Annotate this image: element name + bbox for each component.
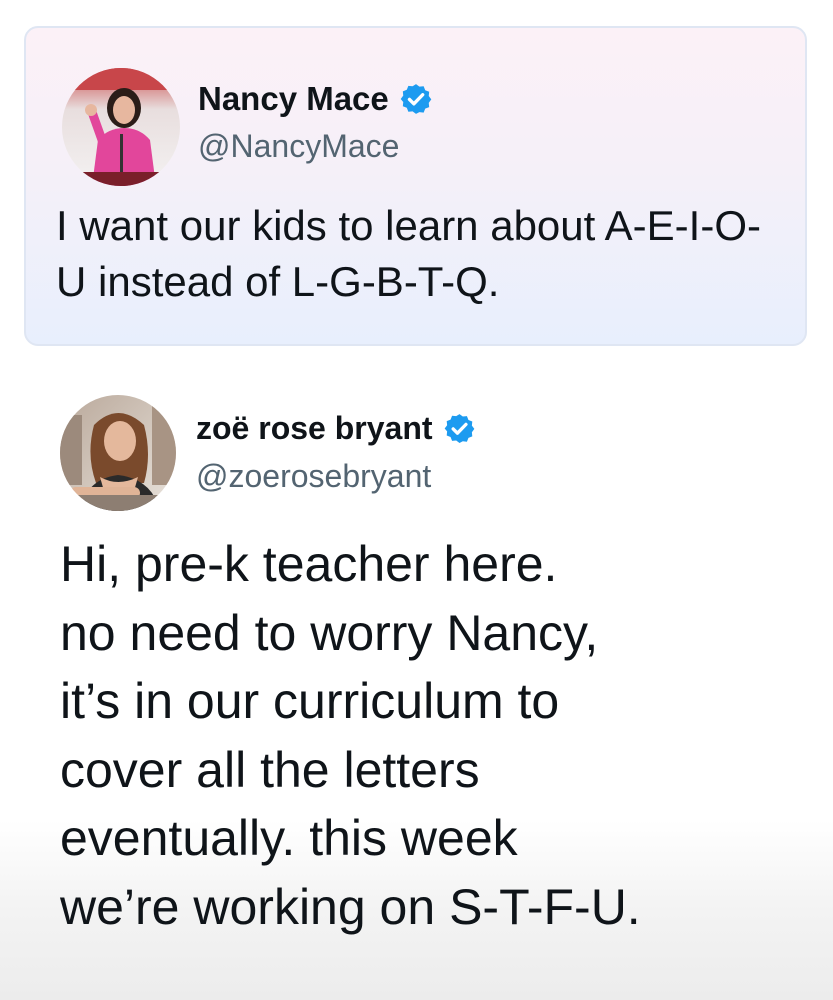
verified-badge-icon <box>443 412 476 445</box>
reply-text-line: we’re working on S-T-F-U. <box>60 878 641 935</box>
reply-text-line: cover all the letters <box>60 741 480 798</box>
quoted-tweet-card[interactable]: Nancy Mace @NancyMace I want our kids to… <box>24 26 807 346</box>
reply-tweet-text: Hi, pre-k teacher here. no need to worry… <box>60 530 820 941</box>
quoted-tweet-avatar[interactable] <box>62 68 180 186</box>
reply-tweet-avatar[interactable] <box>60 395 176 511</box>
reply-text-line: it’s in our curriculum to <box>60 673 560 729</box>
reply-text-line: Hi, pre-k teacher here. <box>60 536 558 592</box>
reply-tweet-display-name[interactable]: zoë rose bryant <box>196 410 433 447</box>
reply-text-line: no need to worry Nancy, <box>60 604 599 661</box>
quoted-tweet-name-row: Nancy Mace <box>198 80 433 118</box>
quoted-tweet-display-name[interactable]: Nancy Mace <box>198 80 389 118</box>
quoted-tweet-text: I want our kids to learn about A-E-I-O-U… <box>56 202 761 305</box>
reply-tweet-handle[interactable]: @zoerosebryant <box>196 458 431 495</box>
quoted-tweet-handle[interactable]: @NancyMace <box>198 128 399 165</box>
reply-tweet-name-row: zoë rose bryant <box>196 410 476 447</box>
verified-badge-icon <box>399 82 433 116</box>
reply-text-line: eventually. this week <box>60 810 518 866</box>
